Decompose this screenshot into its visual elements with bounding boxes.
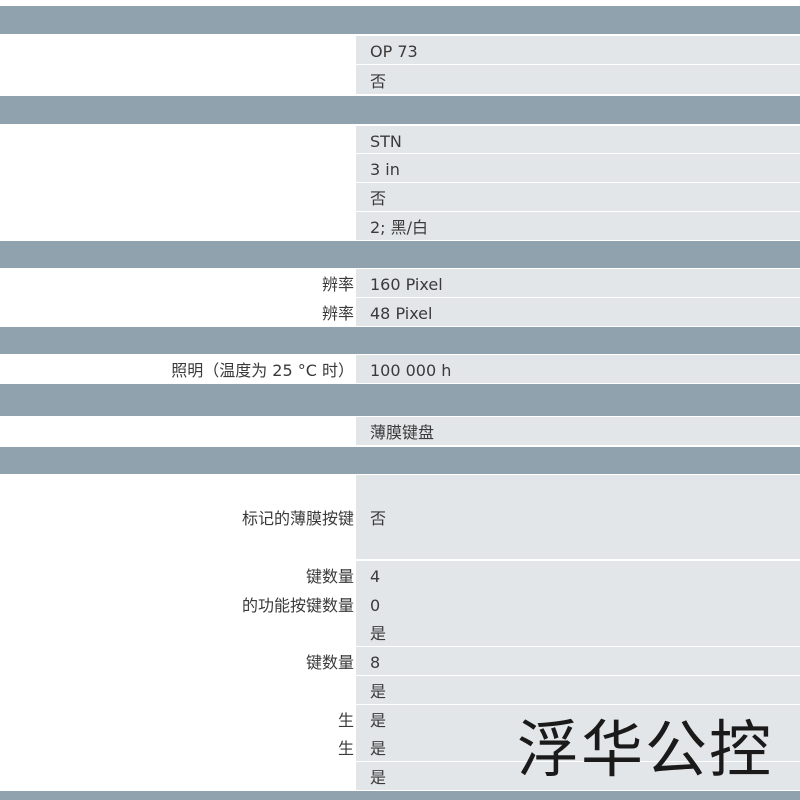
row-label: 生 [337,711,354,730]
row-value: 2; 黑/白 [370,218,429,237]
table-row: 否 [0,183,800,211]
value-cell: OP 73 [356,36,800,64]
section-header-row [0,6,800,34]
row-value: 是 [370,711,387,730]
row-value: 否 [370,72,387,91]
label-cell [0,762,354,790]
row-label: 照明（温度为 25 °C 时） [171,361,354,380]
table-row: 2; 黑/白 [0,212,800,240]
label-cell [0,36,354,64]
table-row: 辨率 48 Pixel [0,298,800,326]
value-cell: 100 000 h [356,355,800,383]
section-header-row [0,241,800,268]
table-row: 3 in [0,154,800,182]
row-value: 4 [370,567,381,586]
value-cell: 否 [356,183,800,211]
row-value: OP 73 [370,42,418,61]
row-label: 标记的薄膜按键 [241,509,354,528]
label-cell: 辨率 [0,298,354,326]
label-cell [0,183,354,211]
table-row: OP 73 [0,36,800,64]
label-cell: 照明（温度为 25 °C 时） [0,355,354,383]
table-row: 键数量 8 [0,647,800,675]
label-cell: 键数量 [0,647,354,675]
label-cell [0,126,354,153]
label-cell [0,417,354,445]
table-row: 键数量 4 [0,561,800,589]
row-value: 是 [370,682,387,701]
value-cell: STN [356,126,800,153]
table-row: 否 [0,65,800,94]
label-cell: 标记的薄膜按键 [0,475,354,559]
label-cell: 生 [0,733,354,761]
value-cell: 薄膜键盘 [356,417,800,445]
table-row: 辨率 160 Pixel [0,269,800,297]
value-cell: 160 Pixel [356,269,800,297]
row-value: 3 in [370,160,400,179]
table-row: 标记的薄膜按键否 [0,475,800,559]
row-value: 薄膜键盘 [370,423,435,442]
row-label: 生 [337,739,354,758]
label-cell [0,154,354,182]
row-label: 的功能按键数量 [241,596,354,615]
row-label: 辨率 [321,304,354,323]
row-value: 8 [370,653,381,672]
row-value: 0 [370,596,381,615]
table-row: 是 [0,618,800,646]
row-label: 键数量 [305,653,354,672]
value-cell: 0 [356,589,800,618]
value-cell: 48 Pixel [356,298,800,326]
row-label: 键数量 [305,567,354,586]
section-header-row [0,791,800,800]
value-cell: 4 [356,561,800,589]
row-label: 辨率 [321,275,354,294]
row-value: 是 [370,739,387,758]
row-value: 100 000 h [370,361,452,380]
value-cell: 8 [356,647,800,675]
watermark-text: 浮华公控 [517,713,774,786]
section-header-row [0,96,800,124]
value-cell: 2; 黑/白 [356,212,800,240]
section-header-row [0,384,800,416]
label-cell: 键数量 [0,561,354,589]
row-value: 是 [370,624,387,643]
label-cell [0,212,354,240]
label-cell [0,676,354,704]
value-cell: 是 [356,676,800,704]
table-row: 是 [0,676,800,704]
label-cell: 的功能按键数量 [0,589,354,618]
value-cell: 否 [356,475,800,559]
section-header-row [0,327,800,354]
label-cell [0,618,354,646]
value-cell: 3 in [356,154,800,182]
row-value: 否 [370,509,387,528]
table-row: 的功能按键数量 0 [0,589,800,618]
row-value: 48 Pixel [370,304,433,323]
row-value: STN [370,132,402,151]
label-cell: 生 [0,705,354,733]
table-row: 薄膜键盘 [0,417,800,445]
value-cell: 是 [356,618,800,646]
section-header-row [0,447,800,474]
label-cell: 辨率 [0,269,354,297]
row-value: 否 [370,189,387,208]
table-row: 照明（温度为 25 °C 时） 100 000 h [0,355,800,383]
label-cell [0,65,354,94]
row-value: 160 Pixel [370,275,443,294]
row-value: 是 [370,768,387,787]
table-row: STN [0,126,800,153]
value-cell: 否 [356,65,800,94]
